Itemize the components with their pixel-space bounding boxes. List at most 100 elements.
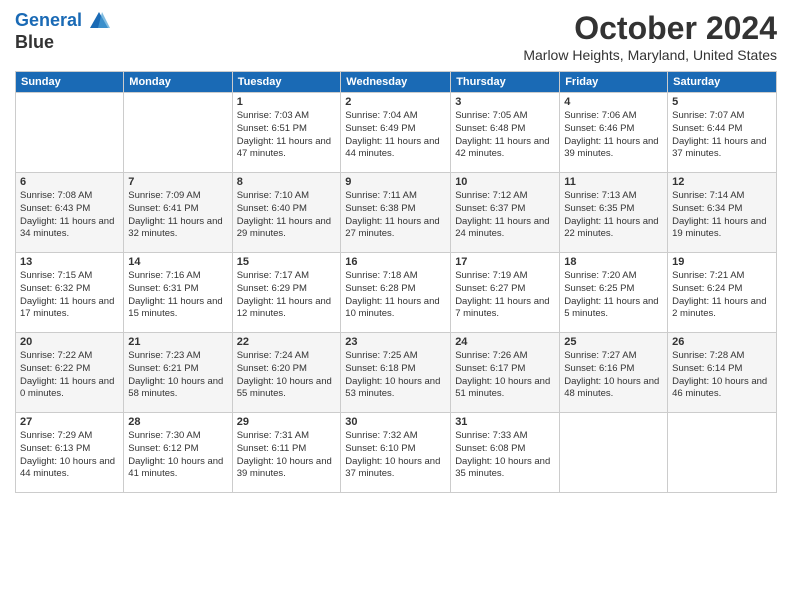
day-cell: 3 Sunrise: 7:05 AM Sunset: 6:48 PM Daylig… xyxy=(451,93,560,173)
day-cell xyxy=(668,413,777,493)
day-detail: Sunrise: 7:14 AM Sunset: 6:34 PM Dayligh… xyxy=(672,190,772,241)
logo: General Blue xyxy=(15,10,111,53)
day-number: 26 xyxy=(672,336,772,348)
day-cell: 23 Sunrise: 7:25 AM Sunset: 6:18 PM Dayli… xyxy=(341,333,451,413)
day-detail: Sunrise: 7:17 AM Sunset: 6:29 PM Dayligh… xyxy=(237,270,337,321)
day-number: 7 xyxy=(128,176,227,188)
calendar-header: SundayMondayTuesdayWednesdayThursdayFrid… xyxy=(16,72,777,93)
day-detail: Sunrise: 7:22 AM Sunset: 6:22 PM Dayligh… xyxy=(20,350,119,401)
day-number: 30 xyxy=(345,416,446,428)
logo-icon xyxy=(88,10,110,32)
day-cell: 30Sunrise: 7:32 AM Sunset: 6:10 PM Dayli… xyxy=(341,413,451,493)
day-cell: 15 Sunrise: 7:17 AM Sunset: 6:29 PM Dayli… xyxy=(232,253,341,333)
day-cell: 11 Sunrise: 7:13 AM Sunset: 6:35 PM Dayli… xyxy=(560,173,668,253)
day-detail: Sunrise: 7:13 AM Sunset: 6:35 PM Dayligh… xyxy=(564,190,663,241)
day-header-thursday: Thursday xyxy=(451,72,560,93)
day-header-saturday: Saturday xyxy=(668,72,777,93)
month-year: October 2024 xyxy=(523,10,777,47)
day-number: 5 xyxy=(672,96,772,108)
day-detail: Sunrise: 7:24 AM Sunset: 6:20 PM Dayligh… xyxy=(237,350,337,401)
day-cell: 24 Sunrise: 7:26 AM Sunset: 6:17 PM Dayli… xyxy=(451,333,560,413)
day-header-friday: Friday xyxy=(560,72,668,93)
day-number: 8 xyxy=(237,176,337,188)
day-detail: Sunrise: 7:12 AM Sunset: 6:37 PM Dayligh… xyxy=(455,190,555,241)
week-row-3: 13 Sunrise: 7:15 AM Sunset: 6:32 PM Dayli… xyxy=(16,253,777,333)
day-detail: Sunrise: 7:04 AM Sunset: 6:49 PM Dayligh… xyxy=(345,110,446,161)
day-number: 31 xyxy=(455,416,555,428)
day-cell: 26Sunrise: 7:28 AM Sunset: 6:14 PM Dayli… xyxy=(668,333,777,413)
day-detail: Sunrise: 7:03 AM Sunset: 6:51 PM Dayligh… xyxy=(237,110,337,161)
day-cell: 1 Sunrise: 7:03 AM Sunset: 6:51 PM Daylig… xyxy=(232,93,341,173)
day-detail: Sunrise: 7:26 AM Sunset: 6:17 PM Dayligh… xyxy=(455,350,555,401)
day-cell: 9 Sunrise: 7:11 AM Sunset: 6:38 PM Daylig… xyxy=(341,173,451,253)
day-detail: Sunrise: 7:07 AM Sunset: 6:44 PM Dayligh… xyxy=(672,110,772,161)
day-number: 18 xyxy=(564,256,663,268)
day-cell: 20 Sunrise: 7:22 AM Sunset: 6:22 PM Dayli… xyxy=(16,333,124,413)
page: General Blue October 2024 Marlow Heights… xyxy=(0,0,792,612)
day-cell: 12Sunrise: 7:14 AM Sunset: 6:34 PM Dayli… xyxy=(668,173,777,253)
day-detail: Sunrise: 7:16 AM Sunset: 6:31 PM Dayligh… xyxy=(128,270,227,321)
day-cell: 2Sunrise: 7:04 AM Sunset: 6:49 PM Daylig… xyxy=(341,93,451,173)
day-cell: 22 Sunrise: 7:24 AM Sunset: 6:20 PM Dayli… xyxy=(232,333,341,413)
day-number: 24 xyxy=(455,336,555,348)
day-cell: 7Sunrise: 7:09 AM Sunset: 6:41 PM Daylig… xyxy=(124,173,232,253)
day-number: 22 xyxy=(237,336,337,348)
day-detail: Sunrise: 7:25 AM Sunset: 6:18 PM Dayligh… xyxy=(345,350,446,401)
logo-text: General Blue xyxy=(15,10,111,53)
day-detail: Sunrise: 7:11 AM Sunset: 6:38 PM Dayligh… xyxy=(345,190,446,241)
day-detail: Sunrise: 7:33 AM Sunset: 6:08 PM Dayligh… xyxy=(455,430,555,481)
day-number: 29 xyxy=(237,416,337,428)
day-cell: 8 Sunrise: 7:10 AM Sunset: 6:40 PM Daylig… xyxy=(232,173,341,253)
day-detail: Sunrise: 7:15 AM Sunset: 6:32 PM Dayligh… xyxy=(20,270,119,321)
day-number: 20 xyxy=(20,336,119,348)
day-cell: 4 Sunrise: 7:06 AM Sunset: 6:46 PM Daylig… xyxy=(560,93,668,173)
day-detail: Sunrise: 7:10 AM Sunset: 6:40 PM Dayligh… xyxy=(237,190,337,241)
day-header-wednesday: Wednesday xyxy=(341,72,451,93)
week-row-5: 27Sunrise: 7:29 AM Sunset: 6:13 PM Dayli… xyxy=(16,413,777,493)
header: General Blue October 2024 Marlow Heights… xyxy=(15,10,777,63)
day-cell xyxy=(124,93,232,173)
day-number: 1 xyxy=(237,96,337,108)
day-detail: Sunrise: 7:18 AM Sunset: 6:28 PM Dayligh… xyxy=(345,270,446,321)
day-number: 17 xyxy=(455,256,555,268)
day-cell: 16Sunrise: 7:18 AM Sunset: 6:28 PM Dayli… xyxy=(341,253,451,333)
day-number: 11 xyxy=(564,176,663,188)
day-number: 3 xyxy=(455,96,555,108)
day-number: 9 xyxy=(345,176,446,188)
day-cell xyxy=(560,413,668,493)
day-number: 15 xyxy=(237,256,337,268)
day-header-monday: Monday xyxy=(124,72,232,93)
day-cell: 14 Sunrise: 7:16 AM Sunset: 6:31 PM Dayli… xyxy=(124,253,232,333)
day-detail: Sunrise: 7:20 AM Sunset: 6:25 PM Dayligh… xyxy=(564,270,663,321)
day-number: 28 xyxy=(128,416,227,428)
day-number: 13 xyxy=(20,256,119,268)
title-block: October 2024 Marlow Heights, Maryland, U… xyxy=(523,10,777,63)
logo-wordmark: General xyxy=(15,10,111,32)
day-cell: 18 Sunrise: 7:20 AM Sunset: 6:25 PM Dayli… xyxy=(560,253,668,333)
day-number: 4 xyxy=(564,96,663,108)
day-cell xyxy=(16,93,124,173)
day-detail: Sunrise: 7:05 AM Sunset: 6:48 PM Dayligh… xyxy=(455,110,555,161)
day-number: 21 xyxy=(128,336,227,348)
day-number: 23 xyxy=(345,336,446,348)
day-cell: 10 Sunrise: 7:12 AM Sunset: 6:37 PM Dayli… xyxy=(451,173,560,253)
day-header-tuesday: Tuesday xyxy=(232,72,341,93)
day-cell: 28Sunrise: 7:30 AM Sunset: 6:12 PM Dayli… xyxy=(124,413,232,493)
week-row-4: 20 Sunrise: 7:22 AM Sunset: 6:22 PM Dayli… xyxy=(16,333,777,413)
location: Marlow Heights, Maryland, United States xyxy=(523,47,777,63)
day-number: 27 xyxy=(20,416,119,428)
header-row: SundayMondayTuesdayWednesdayThursdayFrid… xyxy=(16,72,777,93)
day-number: 10 xyxy=(455,176,555,188)
day-detail: Sunrise: 7:23 AM Sunset: 6:21 PM Dayligh… xyxy=(128,350,227,401)
day-detail: Sunrise: 7:31 AM Sunset: 6:11 PM Dayligh… xyxy=(237,430,337,481)
day-detail: Sunrise: 7:21 AM Sunset: 6:24 PM Dayligh… xyxy=(672,270,772,321)
day-number: 14 xyxy=(128,256,227,268)
day-detail: Sunrise: 7:08 AM Sunset: 6:43 PM Dayligh… xyxy=(20,190,119,241)
day-number: 6 xyxy=(20,176,119,188)
day-cell: 6 Sunrise: 7:08 AM Sunset: 6:43 PM Daylig… xyxy=(16,173,124,253)
calendar-body: 1 Sunrise: 7:03 AM Sunset: 6:51 PM Daylig… xyxy=(16,93,777,493)
day-cell: 29 Sunrise: 7:31 AM Sunset: 6:11 PM Dayli… xyxy=(232,413,341,493)
day-detail: Sunrise: 7:06 AM Sunset: 6:46 PM Dayligh… xyxy=(564,110,663,161)
day-cell: 21 Sunrise: 7:23 AM Sunset: 6:21 PM Dayli… xyxy=(124,333,232,413)
week-row-2: 6 Sunrise: 7:08 AM Sunset: 6:43 PM Daylig… xyxy=(16,173,777,253)
